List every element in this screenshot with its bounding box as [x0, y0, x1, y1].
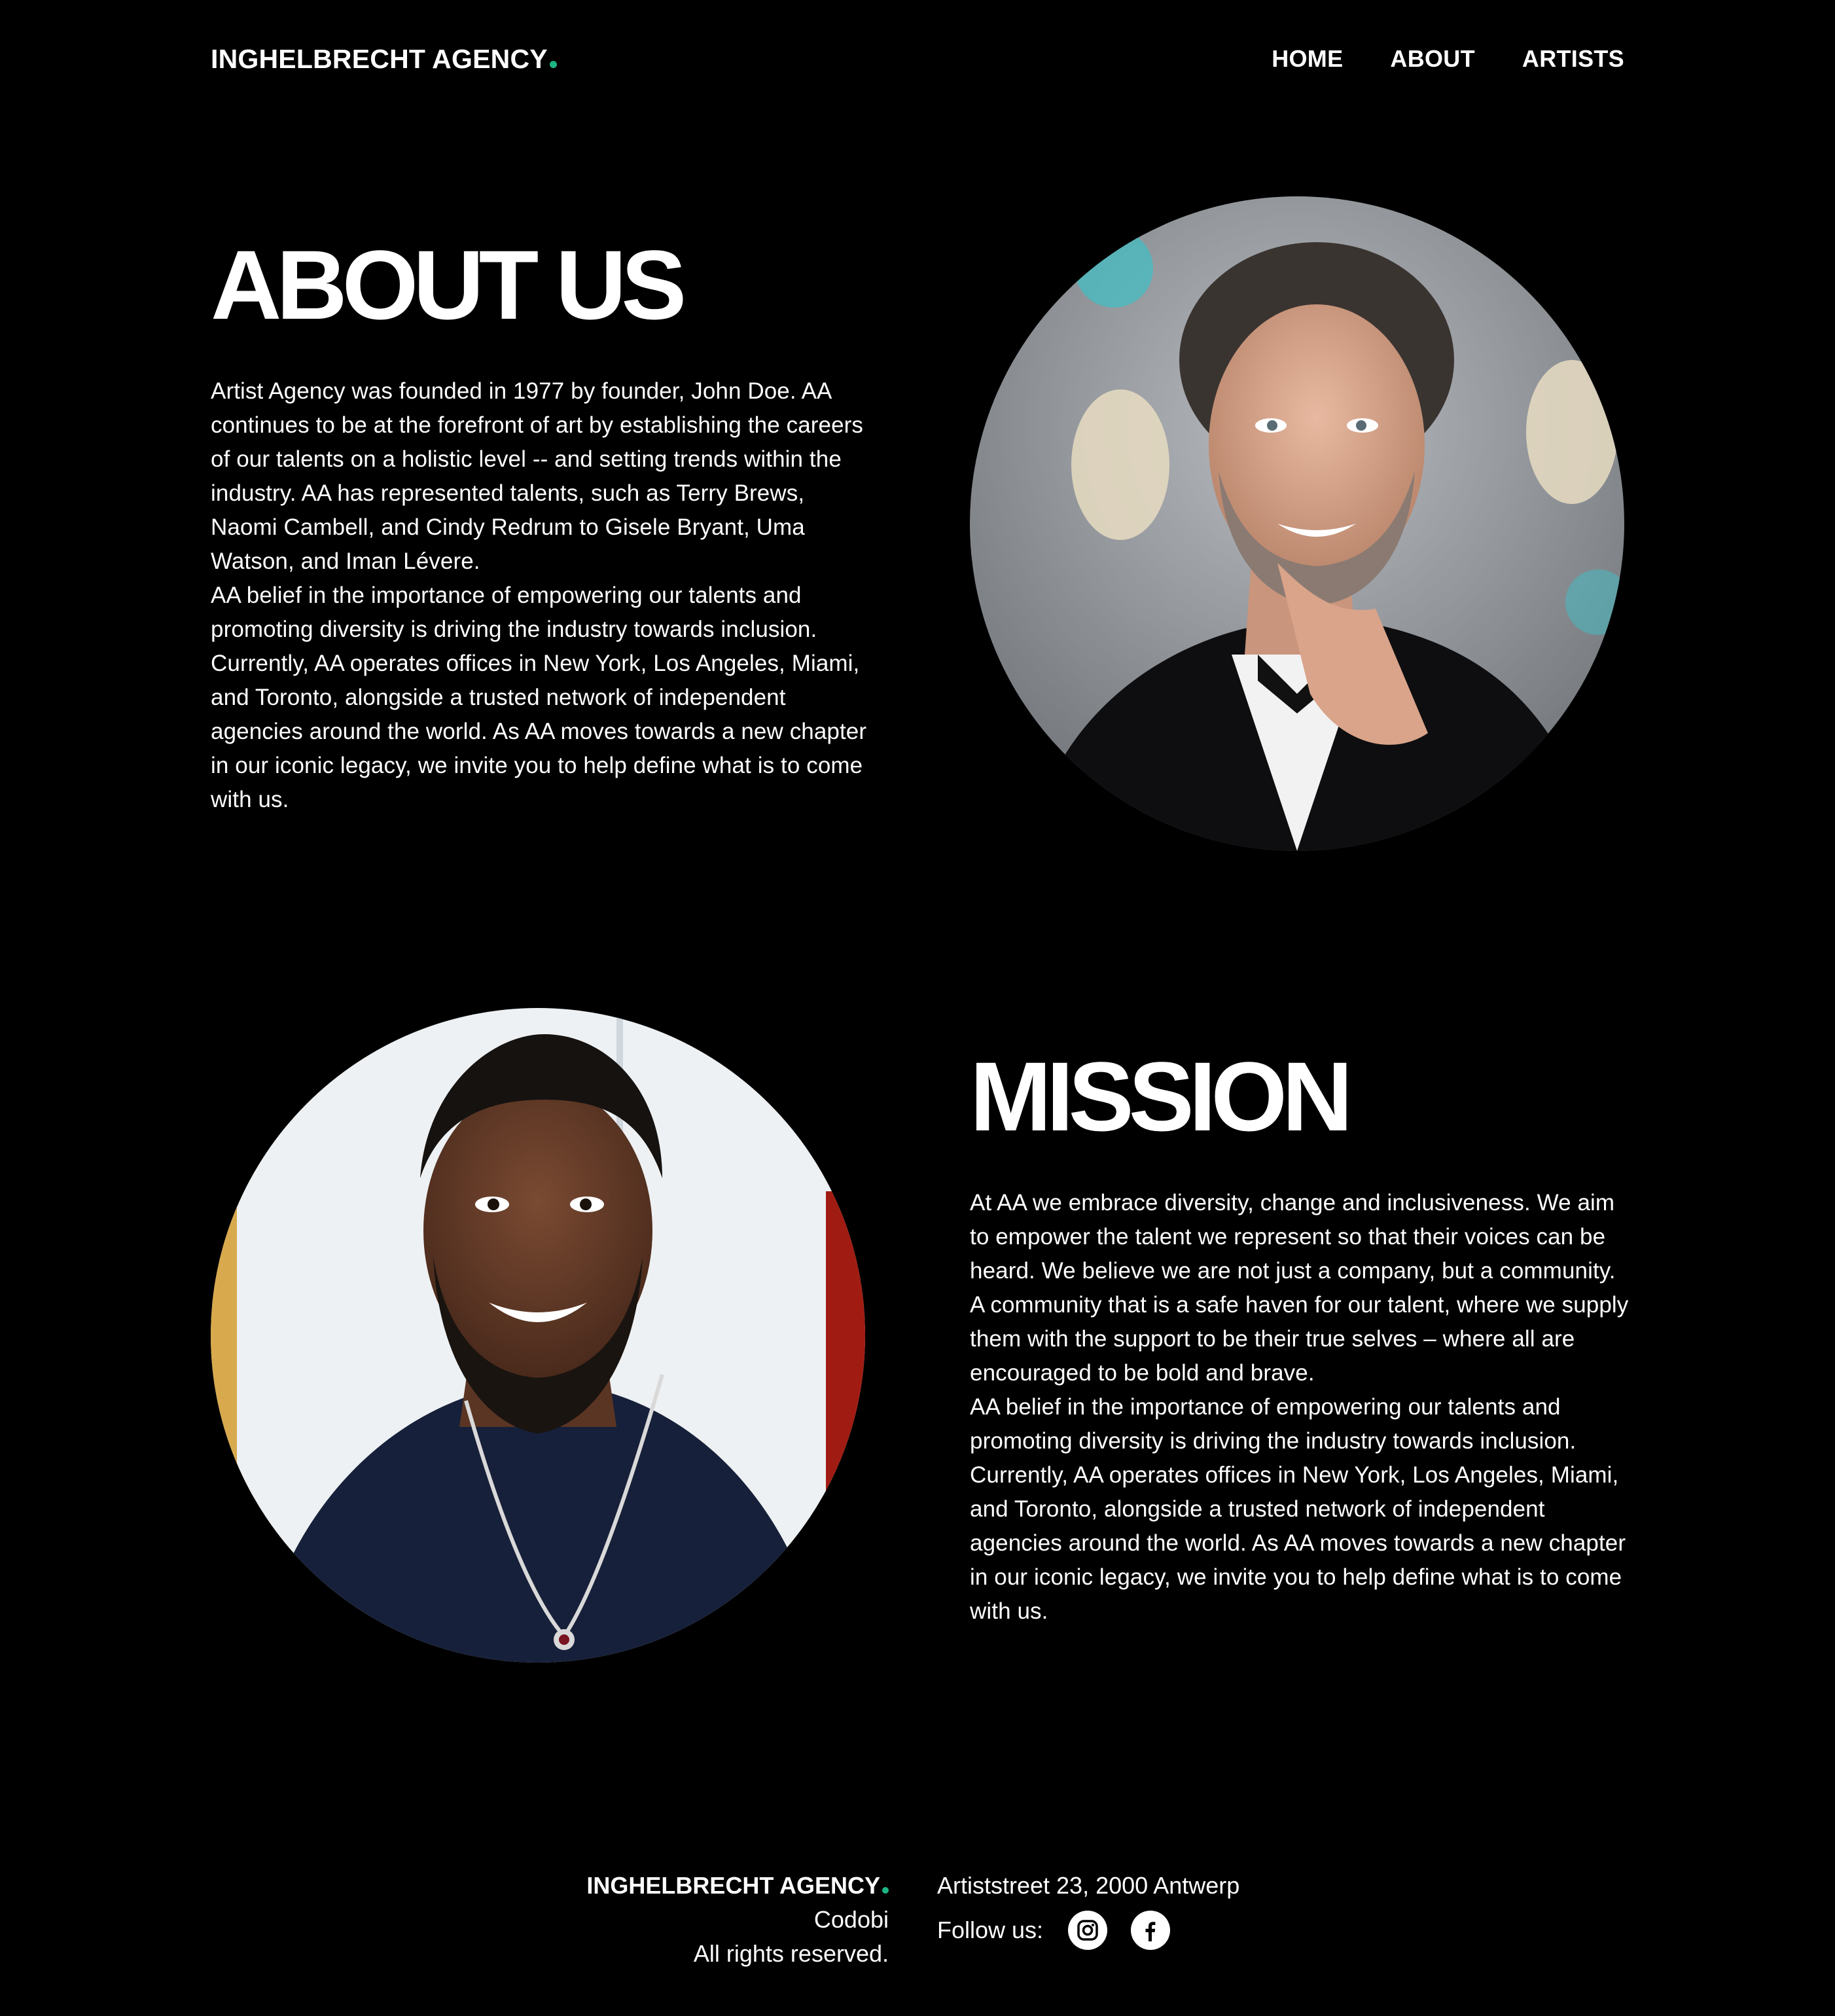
about-section: ABOUT US Artist Agency was founded in 19… [211, 236, 872, 817]
about-paragraph-1: Artist Agency was founded in 1977 by fou… [211, 378, 864, 574]
nav-artists[interactable]: ARTISTS [1522, 45, 1624, 73]
nav-about[interactable]: ABOUT [1390, 45, 1475, 73]
footer-left: INGHELBRECHT AGENCY Codobi All rights re… [586, 1869, 889, 1971]
instagram-icon[interactable] [1068, 1911, 1108, 1950]
mission-title: MISSION [970, 1041, 1353, 1151]
portrait-image-2 [211, 1008, 865, 1663]
about-paragraph-2: AA belief in the importance of empowerin… [211, 583, 867, 812]
about-title: ABOUT US [211, 230, 686, 340]
main-nav: HOME ABOUT ARTISTS [1272, 45, 1624, 73]
logo-text: INGHELBRECHT AGENCY [211, 43, 548, 74]
footer-logo[interactable]: INGHELBRECHT AGENCY [586, 1869, 889, 1903]
footer-right: Artiststreet 23, 2000 Antwerp Follow us: [937, 1869, 1239, 1950]
logo-dot [549, 60, 557, 68]
logo[interactable]: INGHELBRECHT AGENCY [211, 44, 557, 75]
footer-logo-dot [882, 1887, 889, 1894]
footer-credit: Codobi [813, 1906, 889, 1933]
nav-home[interactable]: HOME [1272, 45, 1343, 73]
mission-paragraph-1: At AA we embrace diversity, change and i… [970, 1190, 1629, 1386]
facebook-icon[interactable] [1131, 1911, 1171, 1950]
footer-logo-text: INGHELBRECHT AGENCY [586, 1872, 880, 1899]
mission-paragraph-2: AA belief in the importance of empowerin… [970, 1394, 1626, 1624]
mission-section: MISSION At AA we embrace diversity, chan… [970, 1047, 1631, 1629]
portrait-image-1 [970, 196, 1624, 851]
footer-address: Artiststreet 23, 2000 Antwerp [937, 1872, 1240, 1899]
site-header: INGHELBRECHT AGENCY HOME ABOUT ARTISTS [211, 39, 1624, 79]
follow-label: Follow us: [937, 1917, 1044, 1943]
follow-row: Follow us: [937, 1911, 1239, 1950]
footer-rights: All rights reserved. [693, 1940, 889, 1967]
